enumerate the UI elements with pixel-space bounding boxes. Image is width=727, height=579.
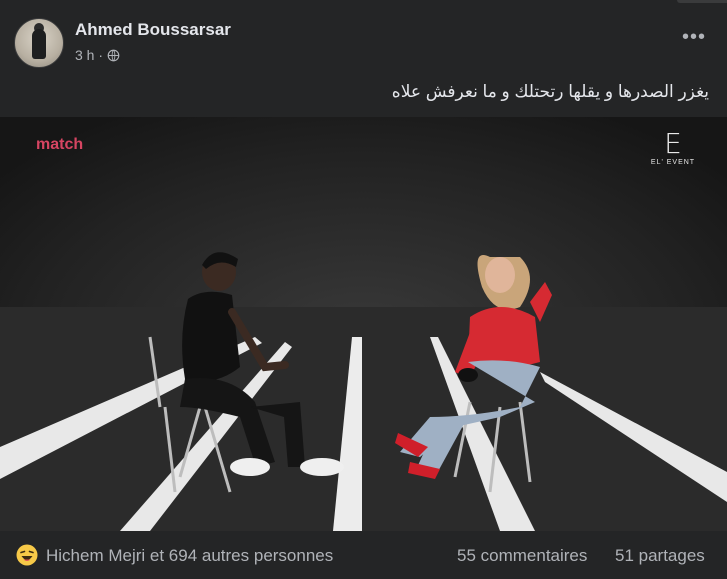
video-frame xyxy=(0,117,727,531)
event-logo: E EL' EVENT xyxy=(648,127,698,167)
shares-link[interactable]: 51 partages xyxy=(615,546,705,566)
more-options-icon[interactable]: ••• xyxy=(677,27,711,52)
haha-emoji-icon[interactable] xyxy=(16,544,38,566)
author-avatar[interactable] xyxy=(14,18,64,68)
post-meta: 3 h · xyxy=(75,47,120,63)
globe-icon[interactable] xyxy=(107,49,120,62)
author-name[interactable]: Ahmed Boussarsar xyxy=(75,20,231,40)
post-footer: Hichem Mejri et 694 autres personnes 55 … xyxy=(0,531,727,579)
post-time[interactable]: 3 h · xyxy=(75,47,103,63)
event-logo-text: EL' EVENT xyxy=(650,159,696,166)
channel-logo: match xyxy=(36,136,84,153)
comments-link[interactable]: 55 commentaires xyxy=(457,546,587,566)
reactions-summary[interactable]: Hichem Mejri et 694 autres personnes xyxy=(46,546,333,566)
post-header: Ahmed Boussarsar 3 h · ••• xyxy=(0,0,727,70)
video-player[interactable]: match E EL' EVENT xyxy=(0,117,727,531)
event-logo-mark: E xyxy=(664,127,682,160)
post-caption: يغزر الصدرها و يقلها رتحتلك و ما نعرفش ع… xyxy=(391,82,709,101)
